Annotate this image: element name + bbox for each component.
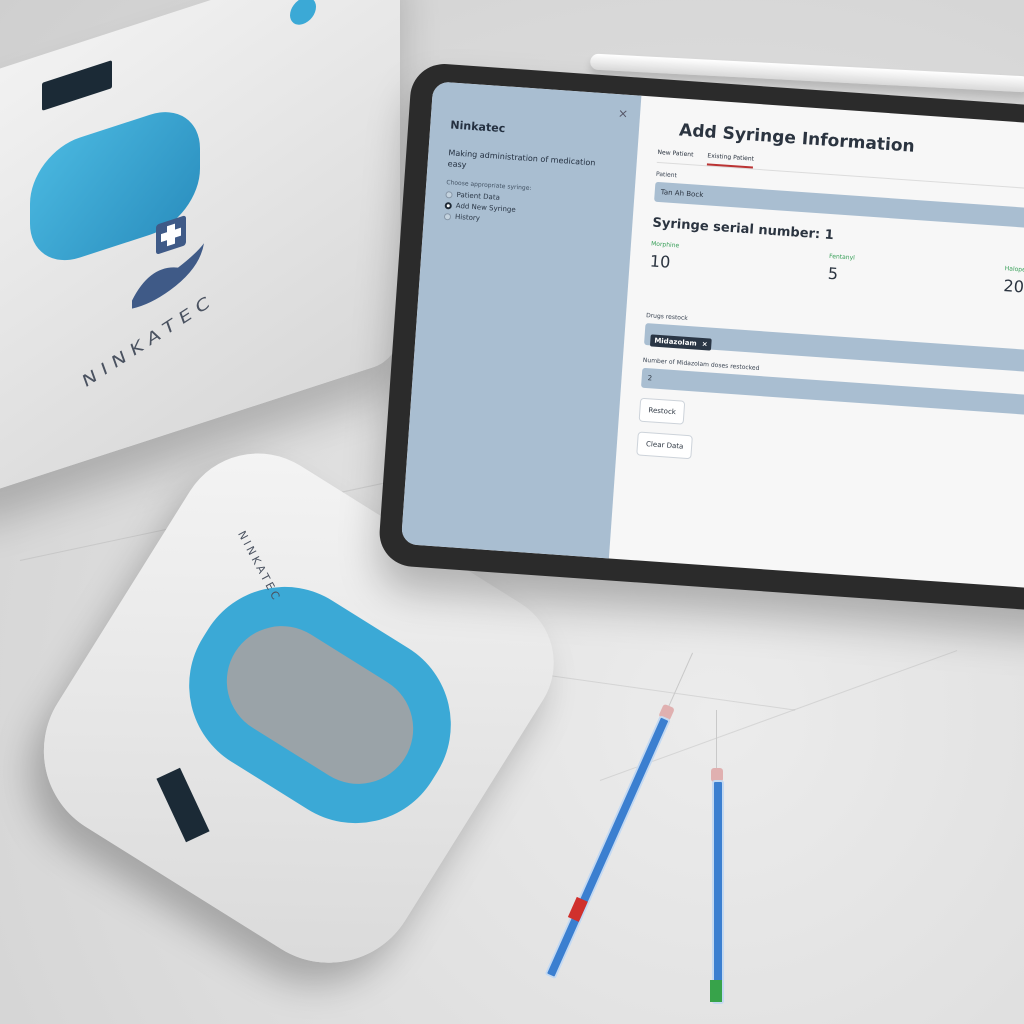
clear-data-button[interactable]: Clear Data xyxy=(636,431,694,460)
main-panel: Add Syringe Information New Patient Exis… xyxy=(609,96,1024,592)
radio-label: Patient Data xyxy=(456,191,501,203)
drug-count: 5 xyxy=(827,263,839,284)
sidebar: × Ninkatec Making administration of medi… xyxy=(400,81,642,559)
syringe-color-band xyxy=(710,980,722,1002)
radio-label: History xyxy=(454,213,481,223)
sidebar-brand: Ninkatec xyxy=(449,118,506,136)
tab-new-patient[interactable]: New Patient xyxy=(657,149,693,164)
drug-chip-midazolam: Midazolam × xyxy=(649,334,713,351)
tab-existing-patient[interactable]: Existing Patient xyxy=(706,152,755,169)
sidebar-tagline: Making administration of medication easy xyxy=(447,148,596,170)
drug-stat-fentanyl: Fentanyl 5 xyxy=(827,253,855,285)
drug-name: Haloperidol xyxy=(1004,265,1024,275)
sidebar-close-button[interactable]: × xyxy=(618,106,629,121)
restock-button[interactable]: Restock xyxy=(638,397,686,425)
tablet-screen: × Ninkatec Making administration of medi… xyxy=(400,81,1024,592)
drug-stat-morphine: Morphine 10 xyxy=(649,240,679,272)
drug-count: 20 xyxy=(1002,276,1024,297)
radio-button[interactable] xyxy=(445,190,453,199)
dock-knob xyxy=(290,0,316,29)
radio-label: Add New Syringe xyxy=(455,202,516,215)
radio-button[interactable] xyxy=(443,212,452,221)
chip-remove-icon[interactable]: × xyxy=(701,340,707,348)
drug-name: Morphine xyxy=(650,240,680,250)
dock-display xyxy=(42,60,112,111)
tablet-device: × Ninkatec Making administration of medi… xyxy=(377,61,1024,614)
drug-count: 10 xyxy=(649,251,671,272)
marble-vein xyxy=(599,650,958,781)
syringe-barrel xyxy=(544,715,671,980)
syringe-barrel xyxy=(712,780,724,1004)
syringe-dock-station: NINKATEC xyxy=(0,0,400,502)
chip-label: Midazolam xyxy=(654,336,698,348)
drug-name: Fentanyl xyxy=(828,252,856,262)
radio-button-selected[interactable] xyxy=(444,201,453,210)
product-photo-scene: NINKATEC NINKATEC × Ninkatec Making admi… xyxy=(0,0,1024,1024)
drug-stat-haloperidol: Haloperidol 20 xyxy=(1003,265,1024,297)
